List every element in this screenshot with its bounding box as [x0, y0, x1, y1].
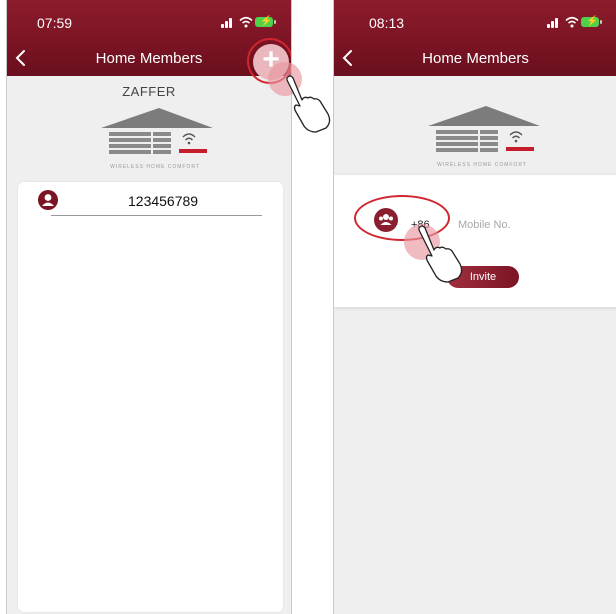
page-title: Home Members — [422, 50, 529, 67]
battery-icon: ⚡ — [255, 16, 276, 27]
member-account[interactable]: 123456789 — [128, 193, 198, 209]
user-icon — [38, 190, 58, 210]
pointer-hand-icon — [286, 75, 331, 133]
member-list — [18, 182, 283, 612]
logo-tagline: WIRELESS HOME COMFORT — [437, 162, 527, 168]
status-time: 07:59 — [37, 15, 73, 31]
zaffer-logo: WIRELESS HOME COMFORT — [95, 104, 215, 171]
status-time: 08:13 — [369, 15, 405, 31]
battery-icon: ⚡ — [581, 16, 602, 27]
status-icons: ⚡ — [547, 16, 603, 30]
home-name: ZAFFER — [122, 84, 176, 99]
pointer-hand-icon — [418, 225, 463, 283]
signal-icon — [221, 16, 235, 28]
wifi-icon — [239, 16, 253, 28]
logo-tagline: WIRELESS HOME COMFORT — [110, 164, 200, 170]
home-members-screen: 07:59 ⚡ Home Members + ZAFFER WIRELESS H… — [6, 0, 292, 614]
status-icons: ⚡ — [221, 16, 277, 30]
invite-member-screen: 08:13 ⚡ Home Members WIRELESS HOME COMFO… — [333, 0, 616, 614]
divider — [51, 215, 262, 216]
zaffer-logo: WIRELESS HOME COMFORT — [422, 102, 542, 169]
signal-icon — [547, 16, 561, 28]
app-bar: 08:13 ⚡ Home Members — [334, 0, 616, 76]
mobile-number-input[interactable] — [456, 215, 600, 235]
wifi-icon — [565, 16, 579, 28]
